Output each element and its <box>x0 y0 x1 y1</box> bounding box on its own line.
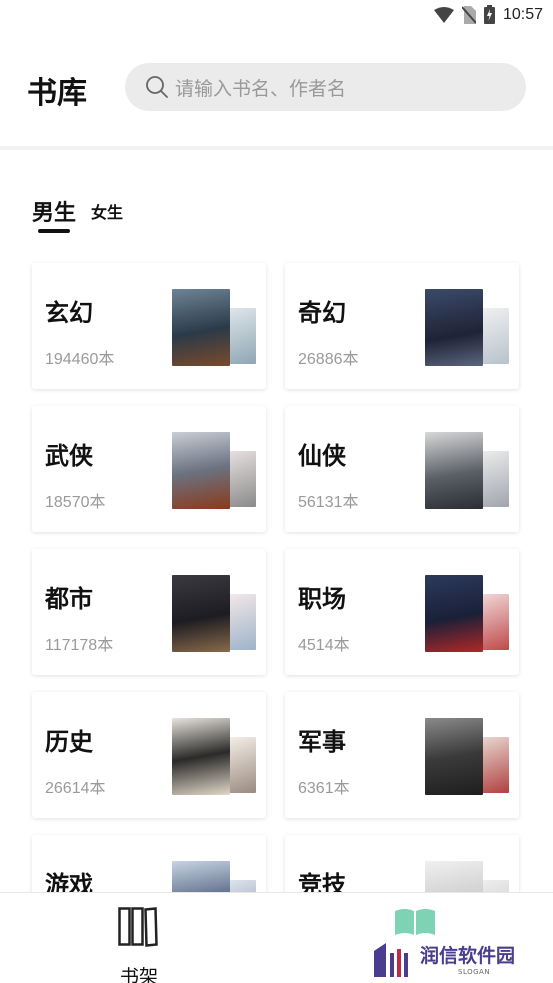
watermark-text: 润信软件园 <box>420 945 516 967</box>
book-cover-back <box>481 737 509 793</box>
book-cover-back <box>481 308 509 364</box>
category-name: 职场 <box>298 585 346 613</box>
header: 书库 请输入书名、作者名 <box>0 32 553 146</box>
category-name: 军事 <box>298 728 346 756</box>
book-cover-front <box>172 432 230 509</box>
open-book-icon <box>395 909 435 935</box>
category-name: 仙侠 <box>298 442 346 470</box>
status-icons: 10:57 <box>433 5 543 24</box>
watermark-logo-icon <box>374 943 408 977</box>
category-name: 历史 <box>45 728 93 756</box>
book-cover-front <box>425 289 483 366</box>
category-count: 4514本 <box>298 637 350 654</box>
nav-bookshelf-label: 书架 <box>120 966 159 983</box>
battery-charging-icon <box>483 5 495 24</box>
category-name: 奇幻 <box>298 299 346 327</box>
book-cover-back <box>228 737 256 793</box>
book-cover-back <box>228 308 256 364</box>
book-cover-back <box>481 451 509 507</box>
category-name: 武侠 <box>45 442 93 470</box>
tab-female[interactable]: 女生 <box>91 199 123 223</box>
nav-bookshelf[interactable]: 书架 <box>110 905 166 983</box>
no-sim-icon <box>461 5 476 24</box>
category-card-qihuan[interactable]: 奇幻 26886本 <box>285 263 519 389</box>
wifi-icon <box>433 6 454 23</box>
book-cover-back <box>228 451 256 507</box>
status-bar: 10:57 <box>0 0 553 32</box>
category-count: 6361本 <box>298 780 350 797</box>
book-cover-front <box>172 718 230 795</box>
category-name: 都市 <box>45 585 93 613</box>
category-card-junshi[interactable]: 军事 6361本 <box>285 692 519 818</box>
category-count: 26886本 <box>298 351 359 368</box>
category-count: 117178本 <box>45 637 114 654</box>
category-count: 194460本 <box>45 351 115 368</box>
book-cover-front <box>425 718 483 795</box>
category-count: 26614本 <box>45 780 106 797</box>
category-card-dushi[interactable]: 都市 117178本 <box>32 549 266 675</box>
search-placeholder: 请输入书名、作者名 <box>175 77 347 100</box>
search-input[interactable]: 请输入书名、作者名 <box>125 63 526 111</box>
book-cover-front <box>425 432 483 509</box>
category-card-wuxia[interactable]: 武侠 18570本 <box>32 406 266 532</box>
book-cover-back <box>228 594 256 650</box>
screen: 10:57 书库 请输入书名、作者名 男生 女生 玄幻 194460本 奇幻 2… <box>0 0 553 983</box>
bookshelf-icon <box>118 907 158 947</box>
book-cover-front <box>172 289 230 366</box>
category-card-xuanhuan[interactable]: 玄幻 194460本 <box>32 263 266 389</box>
category-card-zhichang[interactable]: 职场 4514本 <box>285 549 519 675</box>
search-icon <box>146 76 168 98</box>
category-count: 18570本 <box>45 494 106 511</box>
category-card-xianxia[interactable]: 仙侠 56131本 <box>285 406 519 532</box>
watermark-sub: SLOGAN <box>458 968 491 976</box>
nav-library[interactable] <box>393 907 437 937</box>
page-title: 书库 <box>27 76 87 111</box>
tab-male[interactable]: 男生 <box>32 195 76 227</box>
watermark-logo: 润信软件园 SLOGAN <box>372 941 540 979</box>
category-card-lishi[interactable]: 历史 26614本 <box>32 692 266 818</box>
header-divider <box>0 146 553 150</box>
tab-indicator <box>38 229 70 233</box>
status-time: 10:57 <box>502 5 543 23</box>
bottom-nav: 书架 润信软件园 SLOGAN <box>0 892 553 983</box>
book-cover-back <box>481 594 509 650</box>
category-count: 56131本 <box>298 494 359 511</box>
book-cover-front <box>172 575 230 652</box>
book-cover-front <box>425 575 483 652</box>
category-name: 玄幻 <box>45 299 93 327</box>
